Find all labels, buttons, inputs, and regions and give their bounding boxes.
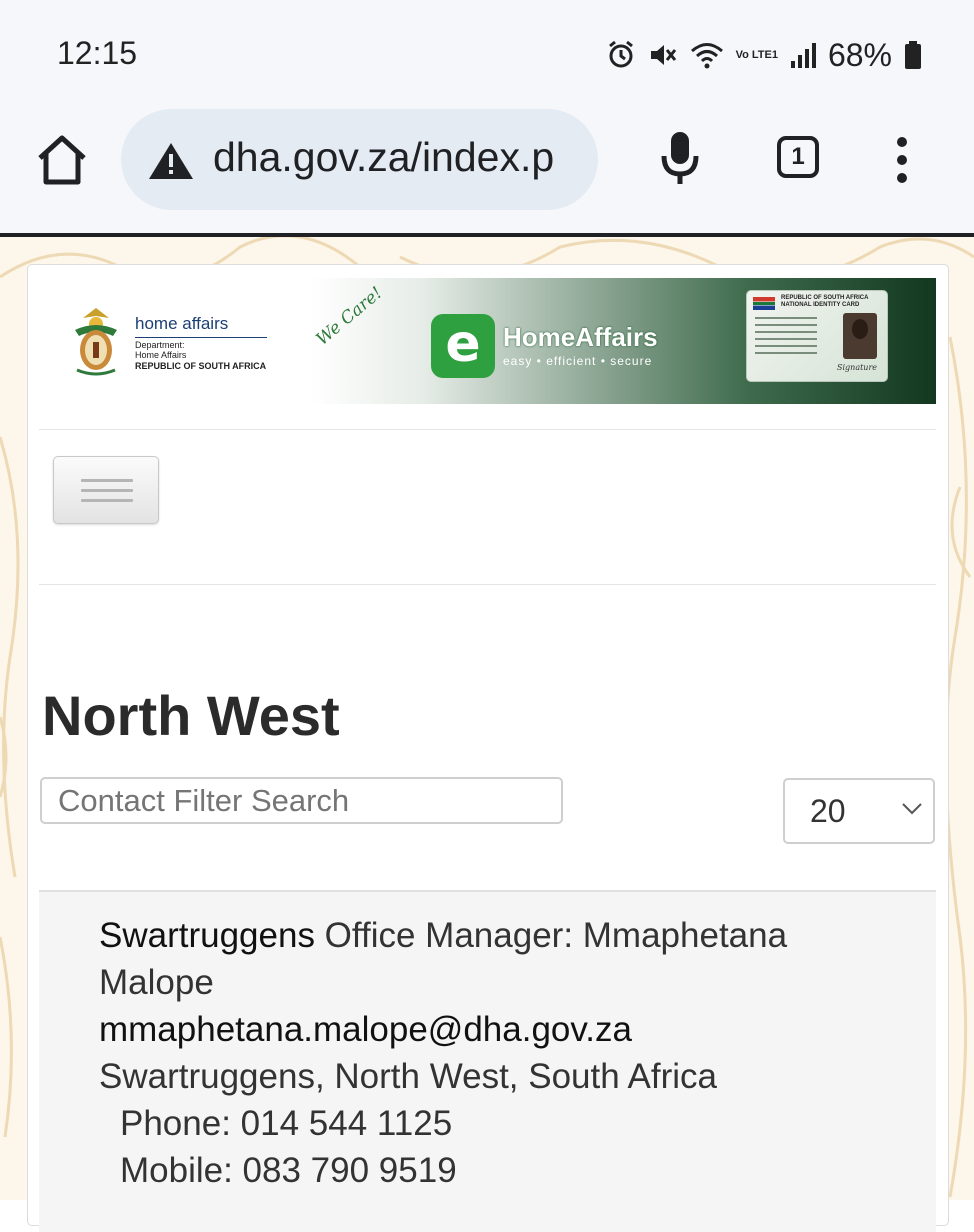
volte-icon: Vo LTE1 [735, 48, 778, 61]
alarm-icon [608, 40, 633, 68]
slogan: We Care! [312, 283, 387, 350]
url-text[interactable]: dha.gov.za/index.p [213, 134, 578, 181]
url-bar[interactable]: dha.gov.za/index.p [121, 109, 598, 210]
ehomeaffairs-logo-icon: e [431, 314, 495, 378]
contact-filter-search-input[interactable] [40, 777, 563, 824]
id-card-image: REPUBLIC OF SOUTH AFRICA NATIONAL IDENTI… [746, 290, 888, 382]
id-card-text-lines [755, 317, 817, 359]
status-icons: Vo LTE1 68% [606, 35, 922, 75]
content-card: home affairs Department: Home Affairs RE… [27, 264, 949, 1232]
browser-toolbar: dha.gov.za/index.p 1 [0, 100, 974, 237]
id-card-title: REPUBLIC OF SOUTH AFRICA NATIONAL IDENTI… [781, 295, 868, 309]
more-vert-icon[interactable] [892, 136, 912, 184]
org-title-underline [135, 337, 267, 338]
id-card-title-line2: NATIONAL IDENTITY CARD [781, 302, 860, 308]
mute-icon [650, 45, 676, 65]
per-page-select[interactable]: 20 [783, 778, 935, 844]
tabs-icon[interactable]: 1 [777, 136, 819, 178]
status-time: 12:15 [57, 35, 138, 71]
id-card-signature: Signature [837, 363, 878, 372]
contact-office[interactable]: Swartruggens [99, 916, 315, 955]
brand-name: HomeAffairs [503, 322, 658, 352]
contact-phone[interactable]: Phone: 014 544 1125 [120, 1104, 452, 1144]
mic-icon[interactable] [659, 128, 701, 188]
id-card-title-line1: REPUBLIC OF SOUTH AFRICA [781, 295, 869, 301]
contact-mobile[interactable]: Mobile: 083 790 9519 [120, 1151, 457, 1191]
contact-heading: Swartruggens Office Manager: Mmaphetana [99, 916, 787, 956]
signal-icon [790, 43, 816, 68]
org-title: home affairs [135, 314, 229, 333]
brand-tagline: easy • efficient • secure [503, 354, 653, 368]
org-country: REPUBLIC OF SOUTH AFRICA [135, 361, 267, 371]
divider [39, 584, 936, 585]
hamburger-line [81, 499, 133, 502]
id-card-photo [843, 313, 877, 359]
coat-of-arms-icon [75, 308, 117, 376]
status-bar: 12:15 Vo LTE1 68% [0, 0, 974, 100]
org-department: Department: Home Affairs [135, 340, 186, 360]
contact-email-link[interactable]: mmaphetana.malope@dha.gov.za [99, 1010, 632, 1050]
page-title: North West [42, 684, 340, 747]
ehomeaffairs-banner[interactable]: We Care! e HomeAffairs easy • efficient … [311, 278, 936, 404]
contact-name-continued: Malope [99, 963, 214, 1002]
sa-flag-icon [753, 297, 775, 310]
hamburger-line [81, 489, 133, 492]
org-dept-line2: Home Affairs [135, 350, 187, 360]
contact-address: Swartruggens, North West, South Africa [99, 1057, 717, 1096]
home-icon[interactable] [36, 132, 88, 188]
menu-toggle-button[interactable] [53, 456, 159, 524]
battery-percent: 68% [827, 36, 892, 73]
chevron-down-icon [902, 803, 922, 815]
org-dept-line1: Department: [135, 340, 185, 350]
dha-logo-block[interactable]: home affairs Department: Home Affairs RE… [39, 278, 319, 404]
wifi-icon [690, 43, 723, 69]
contact-position: Office Manager: Mmaphetana [314, 916, 788, 955]
header-banner: home affairs Department: Home Affairs RE… [39, 278, 936, 404]
hamburger-line [81, 479, 133, 482]
warning-icon[interactable] [147, 141, 195, 181]
divider [39, 429, 936, 430]
per-page-value: 20 [810, 793, 846, 829]
battery-icon [905, 41, 921, 69]
contact-entry: Swartruggens Office Manager: Mmaphetana … [39, 892, 936, 1232]
